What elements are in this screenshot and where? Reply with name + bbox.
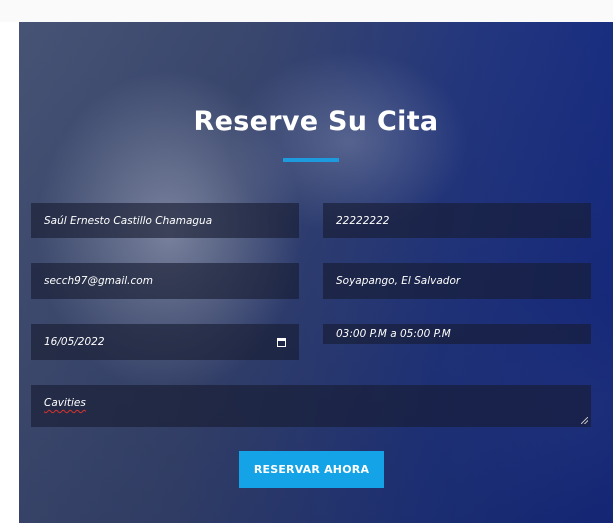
title-underline: [283, 158, 339, 162]
city-field[interactable]: [323, 263, 591, 299]
email-field[interactable]: [31, 263, 299, 299]
notes-value: Cavities: [44, 397, 86, 409]
date-field[interactable]: 16/05/2022: [31, 324, 299, 360]
appointment-form-section: Reserve Su Cita 16/05/2022 03:00 P.M a 0…: [19, 22, 613, 523]
notes-field[interactable]: Cavities: [31, 385, 591, 427]
time-value: 03:00 P.M a 05:00 P.M: [336, 328, 451, 340]
submit-button[interactable]: RESERVAR AHORA: [239, 451, 384, 488]
time-select[interactable]: 03:00 P.M a 05:00 P.M: [323, 324, 591, 344]
calendar-icon[interactable]: [277, 337, 286, 347]
date-value: 16/05/2022: [44, 336, 105, 348]
top-strip: [0, 0, 613, 22]
form-title: Reserve Su Cita: [193, 106, 439, 137]
resize-handle-icon[interactable]: [581, 417, 588, 424]
phone-field[interactable]: [323, 203, 591, 238]
name-field[interactable]: [31, 203, 299, 238]
